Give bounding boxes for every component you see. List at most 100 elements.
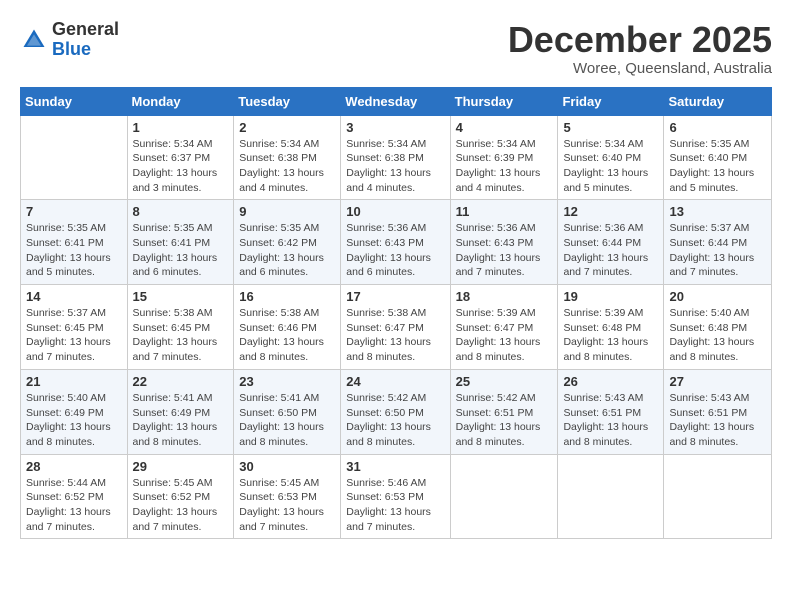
calendar-week-3: 14Sunrise: 5:37 AM Sunset: 6:45 PM Dayli… bbox=[21, 285, 772, 370]
calendar-header-sunday: Sunday bbox=[21, 87, 128, 115]
day-number: 1 bbox=[133, 120, 229, 135]
calendar-header-friday: Friday bbox=[558, 87, 664, 115]
day-detail: Sunrise: 5:39 AM Sunset: 6:48 PM Dayligh… bbox=[563, 306, 658, 365]
day-detail: Sunrise: 5:43 AM Sunset: 6:51 PM Dayligh… bbox=[563, 391, 658, 450]
day-number: 8 bbox=[133, 204, 229, 219]
day-detail: Sunrise: 5:41 AM Sunset: 6:49 PM Dayligh… bbox=[133, 391, 229, 450]
day-number: 15 bbox=[133, 289, 229, 304]
day-number: 10 bbox=[346, 204, 444, 219]
calendar-cell: 5 Sunrise: 5:34 AM Sunset: 6:40 PM Daylig… bbox=[558, 115, 664, 200]
logo-blue: Blue bbox=[52, 40, 119, 60]
day-number: 26 bbox=[563, 374, 658, 389]
day-number: 27 bbox=[669, 374, 766, 389]
day-detail: Sunrise: 5:41 AM Sunset: 6:50 PM Dayligh… bbox=[239, 391, 335, 450]
day-detail: Sunrise: 5:36 AM Sunset: 6:44 PM Dayligh… bbox=[563, 221, 658, 280]
calendar-cell bbox=[664, 454, 772, 539]
logo-text: General Blue bbox=[52, 20, 119, 60]
calendar-header-row: SundayMondayTuesdayWednesdayThursdayFrid… bbox=[21, 87, 772, 115]
calendar-cell: 29 Sunrise: 5:45 AM Sunset: 6:52 PM Dayli… bbox=[127, 454, 234, 539]
title-area: December 2025 Woree, Queensland, Austral… bbox=[508, 20, 772, 77]
calendar-cell: 13 Sunrise: 5:37 AM Sunset: 6:44 PM Dayli… bbox=[664, 200, 772, 285]
calendar-cell: 12Sunrise: 5:36 AM Sunset: 6:44 PM Dayli… bbox=[558, 200, 664, 285]
month-title: December 2025 bbox=[508, 20, 772, 60]
day-detail: Sunrise: 5:38 AM Sunset: 6:46 PM Dayligh… bbox=[239, 306, 335, 365]
day-number: 31 bbox=[346, 459, 444, 474]
day-detail: Sunrise: 5:39 AM Sunset: 6:47 PM Dayligh… bbox=[456, 306, 553, 365]
day-detail: Sunrise: 5:46 AM Sunset: 6:53 PM Dayligh… bbox=[346, 476, 444, 535]
calendar-cell: 20 Sunrise: 5:40 AM Sunset: 6:48 PM Dayli… bbox=[664, 285, 772, 370]
calendar-cell: 7Sunrise: 5:35 AM Sunset: 6:41 PM Daylig… bbox=[21, 200, 128, 285]
day-detail: Sunrise: 5:34 AM Sunset: 6:39 PM Dayligh… bbox=[456, 137, 553, 196]
calendar-cell: 28 Sunrise: 5:44 AM Sunset: 6:52 PM Dayli… bbox=[21, 454, 128, 539]
calendar-header-wednesday: Wednesday bbox=[341, 87, 450, 115]
day-number: 21 bbox=[26, 374, 122, 389]
calendar-cell: 24Sunrise: 5:42 AM Sunset: 6:50 PM Dayli… bbox=[341, 369, 450, 454]
calendar-header-monday: Monday bbox=[127, 87, 234, 115]
day-number: 29 bbox=[133, 459, 229, 474]
calendar-cell: 2Sunrise: 5:34 AM Sunset: 6:38 PM Daylig… bbox=[234, 115, 341, 200]
day-detail: Sunrise: 5:37 AM Sunset: 6:45 PM Dayligh… bbox=[26, 306, 122, 365]
calendar-header-tuesday: Tuesday bbox=[234, 87, 341, 115]
calendar-cell: 22 Sunrise: 5:41 AM Sunset: 6:49 PM Dayli… bbox=[127, 369, 234, 454]
logo-general: General bbox=[52, 20, 119, 40]
calendar-cell: 27 Sunrise: 5:43 AM Sunset: 6:51 PM Dayli… bbox=[664, 369, 772, 454]
calendar-cell: 21 Sunrise: 5:40 AM Sunset: 6:49 PM Dayli… bbox=[21, 369, 128, 454]
calendar-cell: 18 Sunrise: 5:39 AM Sunset: 6:47 PM Dayli… bbox=[450, 285, 558, 370]
calendar-cell: 31 Sunrise: 5:46 AM Sunset: 6:53 PM Dayli… bbox=[341, 454, 450, 539]
day-detail: Sunrise: 5:36 AM Sunset: 6:43 PM Dayligh… bbox=[346, 221, 444, 280]
calendar-week-4: 21 Sunrise: 5:40 AM Sunset: 6:49 PM Dayli… bbox=[21, 369, 772, 454]
day-number: 28 bbox=[26, 459, 122, 474]
day-number: 22 bbox=[133, 374, 229, 389]
day-number: 16 bbox=[239, 289, 335, 304]
calendar-cell: 25Sunrise: 5:42 AM Sunset: 6:51 PM Dayli… bbox=[450, 369, 558, 454]
day-detail: Sunrise: 5:34 AM Sunset: 6:38 PM Dayligh… bbox=[346, 137, 444, 196]
day-number: 7 bbox=[26, 204, 122, 219]
calendar-cell bbox=[21, 115, 128, 200]
calendar-cell: 14Sunrise: 5:37 AM Sunset: 6:45 PM Dayli… bbox=[21, 285, 128, 370]
calendar-cell: 8 Sunrise: 5:35 AM Sunset: 6:41 PM Daylig… bbox=[127, 200, 234, 285]
calendar-cell: 9Sunrise: 5:35 AM Sunset: 6:42 PM Daylig… bbox=[234, 200, 341, 285]
day-detail: Sunrise: 5:34 AM Sunset: 6:40 PM Dayligh… bbox=[563, 137, 658, 196]
day-number: 4 bbox=[456, 120, 553, 135]
day-detail: Sunrise: 5:40 AM Sunset: 6:48 PM Dayligh… bbox=[669, 306, 766, 365]
calendar-cell: 16 Sunrise: 5:38 AM Sunset: 6:46 PM Dayli… bbox=[234, 285, 341, 370]
day-detail: Sunrise: 5:35 AM Sunset: 6:42 PM Dayligh… bbox=[239, 221, 335, 280]
calendar-cell: 23Sunrise: 5:41 AM Sunset: 6:50 PM Dayli… bbox=[234, 369, 341, 454]
day-number: 25 bbox=[456, 374, 553, 389]
day-detail: Sunrise: 5:34 AM Sunset: 6:38 PM Dayligh… bbox=[239, 137, 335, 196]
calendar-week-5: 28 Sunrise: 5:44 AM Sunset: 6:52 PM Dayli… bbox=[21, 454, 772, 539]
calendar-week-2: 7 Sunrise: 5:35 AM Sunset: 6:41 PM Daylig… bbox=[21, 200, 772, 285]
day-detail: Sunrise: 5:34 AM Sunset: 6:37 PM Dayligh… bbox=[133, 137, 229, 196]
location: Woree, Queensland, Australia bbox=[508, 60, 772, 77]
day-number: 5 bbox=[563, 120, 658, 135]
calendar-week-1: 1 Sunrise: 5:34 AM Sunset: 6:37 PM Daylig… bbox=[21, 115, 772, 200]
calendar-cell: 3 Sunrise: 5:34 AM Sunset: 6:38 PM Daylig… bbox=[341, 115, 450, 200]
day-number: 19 bbox=[563, 289, 658, 304]
day-detail: Sunrise: 5:35 AM Sunset: 6:41 PM Dayligh… bbox=[133, 221, 229, 280]
day-number: 3 bbox=[346, 120, 444, 135]
day-detail: Sunrise: 5:45 AM Sunset: 6:52 PM Dayligh… bbox=[133, 476, 229, 535]
calendar-header-thursday: Thursday bbox=[450, 87, 558, 115]
day-number: 18 bbox=[456, 289, 553, 304]
calendar-cell: 15 Sunrise: 5:38 AM Sunset: 6:45 PM Dayli… bbox=[127, 285, 234, 370]
day-detail: Sunrise: 5:43 AM Sunset: 6:51 PM Dayligh… bbox=[669, 391, 766, 450]
day-detail: Sunrise: 5:35 AM Sunset: 6:40 PM Dayligh… bbox=[669, 137, 766, 196]
page-header: General Blue December 2025 Woree, Queens… bbox=[20, 20, 772, 77]
calendar-cell: 17 Sunrise: 5:38 AM Sunset: 6:47 PM Dayli… bbox=[341, 285, 450, 370]
day-detail: Sunrise: 5:40 AM Sunset: 6:49 PM Dayligh… bbox=[26, 391, 122, 450]
day-number: 13 bbox=[669, 204, 766, 219]
day-number: 20 bbox=[669, 289, 766, 304]
calendar-cell bbox=[450, 454, 558, 539]
day-detail: Sunrise: 5:44 AM Sunset: 6:52 PM Dayligh… bbox=[26, 476, 122, 535]
calendar-cell: 4 Sunrise: 5:34 AM Sunset: 6:39 PM Daylig… bbox=[450, 115, 558, 200]
day-detail: Sunrise: 5:38 AM Sunset: 6:45 PM Dayligh… bbox=[133, 306, 229, 365]
calendar-cell bbox=[558, 454, 664, 539]
day-detail: Sunrise: 5:37 AM Sunset: 6:44 PM Dayligh… bbox=[669, 221, 766, 280]
calendar-table: SundayMondayTuesdayWednesdayThursdayFrid… bbox=[20, 87, 772, 540]
calendar-cell: 6Sunrise: 5:35 AM Sunset: 6:40 PM Daylig… bbox=[664, 115, 772, 200]
logo-icon bbox=[20, 26, 48, 54]
day-number: 17 bbox=[346, 289, 444, 304]
day-detail: Sunrise: 5:38 AM Sunset: 6:47 PM Dayligh… bbox=[346, 306, 444, 365]
day-detail: Sunrise: 5:42 AM Sunset: 6:50 PM Dayligh… bbox=[346, 391, 444, 450]
day-number: 11 bbox=[456, 204, 553, 219]
